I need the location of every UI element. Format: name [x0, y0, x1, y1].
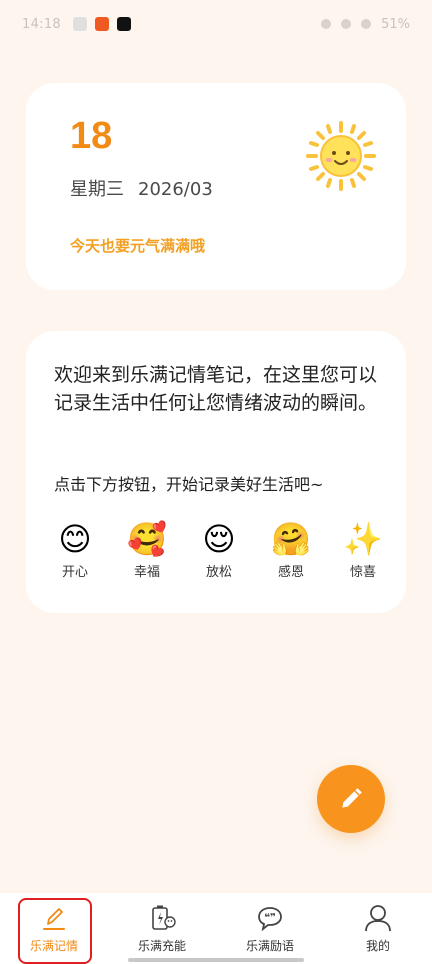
new-note-button[interactable] [317, 765, 385, 833]
mood-grateful: 🤗 感恩 [260, 519, 322, 580]
status-right: 51% [321, 17, 410, 32]
mood-list: 😊 开心 🥰 幸福 😌 放松 🤗 感恩 ✨ 惊喜 [44, 519, 394, 580]
mood-happy: 😊 开心 [44, 519, 106, 580]
battery-icon [147, 903, 177, 933]
mood-label: 放松 [205, 565, 232, 580]
alarm-icon [321, 19, 332, 29]
svg-text:❝❞: ❝❞ [264, 913, 276, 924]
year-month: 2026/03 [138, 179, 213, 200]
smiling-face-icon: 😊 [58, 520, 92, 558]
tiktok-icon [116, 17, 131, 31]
nav-label: 我的 [365, 939, 390, 953]
weekday: 星期三 [70, 179, 124, 200]
hugging-face-icon: 🤗 [271, 520, 311, 558]
mood-label: 惊喜 [349, 565, 376, 580]
battery-level: 51% [381, 16, 410, 32]
hint-text: 点击下方按钮，开始记录美好生活吧~ [54, 475, 324, 494]
sun-icon [306, 121, 376, 191]
pencil-icon [342, 788, 362, 808]
person-icon [363, 903, 393, 933]
status-bar: 14:18 51% [0, 0, 432, 48]
mood-label: 开心 [61, 565, 88, 580]
mood-relaxed: 😌 放松 [188, 519, 250, 580]
nav-label: 乐满励语 [245, 939, 294, 953]
image-icon [72, 17, 87, 31]
nav-item-recharge[interactable]: 乐满充能 [108, 893, 216, 964]
quote-bubble-icon: ❝❞ [255, 903, 285, 933]
sparkles-icon: ✨ [343, 520, 383, 558]
app-badge-icon [94, 17, 109, 31]
greeting: 今天也要元气满满哦 [70, 237, 206, 255]
nav-label: 乐满充能 [137, 939, 186, 953]
home-indicator[interactable] [128, 958, 304, 962]
hearts-face-icon: 🥰 [127, 520, 167, 558]
wifi-icon [361, 19, 372, 29]
mood-label: 幸福 [133, 565, 160, 580]
nav-item-profile[interactable]: 我的 [324, 893, 432, 964]
date-card: 18 星期三 2026/03 今天也要元气满满哦 [26, 83, 406, 290]
status-time: 14:18 [22, 16, 61, 32]
signal-icon [341, 19, 352, 29]
welcome-text: 欢迎来到乐满记情笔记，在这里您可以记录生活中任何让您情绪波动的瞬间。 [54, 364, 378, 414]
relieved-face-icon: 😌 [202, 520, 236, 558]
welcome-card: 欢迎来到乐满记情笔记，在这里您可以记录生活中任何让您情绪波动的瞬间。 点击下方按… [26, 331, 406, 613]
date-line: 星期三 2026/03 [70, 175, 213, 201]
mood-blessed: 🥰 幸福 [116, 519, 178, 580]
selection-highlight [18, 898, 92, 964]
screen: 14:18 51% 18 星期三 2026/03 今天也要元气满满哦 欢迎来到乐… [0, 0, 432, 964]
day-number: 18 [70, 115, 113, 157]
mood-label: 感恩 [277, 565, 304, 580]
mood-surprised: ✨ 惊喜 [332, 519, 394, 580]
status-app-icons [72, 17, 131, 31]
nav-item-quotes[interactable]: ❝❞ 乐满励语 [216, 893, 324, 964]
